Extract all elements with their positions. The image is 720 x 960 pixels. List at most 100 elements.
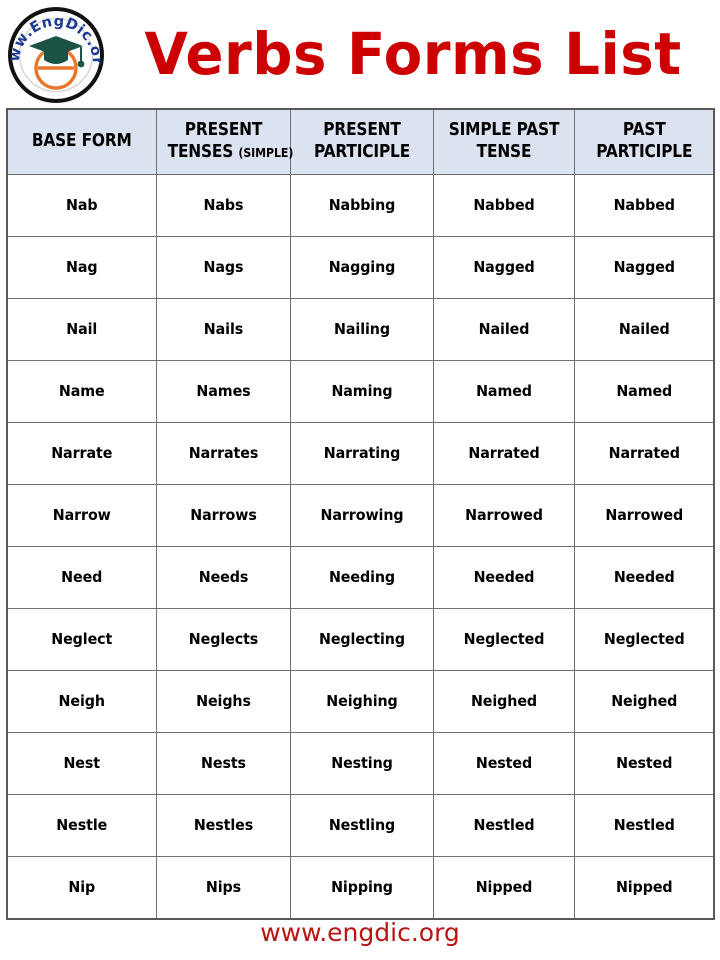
column-header-line2: PARTICIPLE <box>595 141 692 162</box>
footer-website: www.engdic.org <box>260 918 460 947</box>
cell-text: Nabbing <box>328 196 395 214</box>
cell-text: Nestling <box>328 816 395 834</box>
page-title: Verbs Forms List <box>144 20 682 88</box>
cell-text: Neighing <box>325 692 398 710</box>
cell-text: Nag <box>65 258 98 276</box>
table-cell: Nail <box>6 297 157 361</box>
table-cell: Nestled <box>432 793 575 857</box>
table-cell: Neighs <box>155 669 291 733</box>
cell-text: Naming <box>330 382 393 400</box>
table-cell: Neigh <box>6 669 157 733</box>
table-cell: Neglect <box>6 607 157 671</box>
cell-text: Nested <box>475 754 532 772</box>
table-cell: Nabbing <box>289 173 434 237</box>
cell-text: Nestled <box>472 816 535 834</box>
cell-text: Nails <box>203 320 243 338</box>
table-cell: Nestling <box>289 793 434 857</box>
table-row: Need Needs Needing Needed Needed <box>6 545 715 609</box>
cell-text: Nabbed <box>472 196 535 214</box>
cell-text: Nestles <box>193 816 253 834</box>
table-cell: Naming <box>289 359 434 423</box>
cell-text: Nipping <box>330 878 393 896</box>
cell-text: Name <box>58 382 105 400</box>
cell-text: Nesting <box>330 754 393 772</box>
cell-text: Neglected <box>463 630 544 648</box>
table-cell: Nails <box>155 297 291 361</box>
cell-text: Nipped <box>615 878 673 896</box>
table-cell: Named <box>432 359 575 423</box>
column-header-line1: PRESENT <box>184 120 262 141</box>
table-cell: Needed <box>573 545 715 609</box>
cell-text: Nests <box>200 754 246 772</box>
column-header-line2: TENSE <box>476 141 531 162</box>
cell-text: Nagging <box>328 258 395 276</box>
column-header-line1: BASE FORM <box>31 131 132 152</box>
cell-text: Nip <box>68 878 96 896</box>
column-header-present-tenses: PRESENT TENSES (SIMPLE) <box>155 108 293 175</box>
table-cell: Nailed <box>573 297 715 361</box>
table-cell: Named <box>573 359 715 423</box>
cell-text: Narrows <box>189 506 257 524</box>
table-cell: Nipped <box>573 855 715 920</box>
cell-text: Narrating <box>323 444 400 462</box>
table-cell: Neighing <box>289 669 434 733</box>
cell-text: Neglects <box>188 630 258 648</box>
table-cell: Nabbed <box>573 173 715 237</box>
table-cell: Needs <box>155 545 291 609</box>
table-cell: Needing <box>289 545 434 609</box>
cell-text: Named <box>475 382 532 400</box>
table-cell: Nips <box>155 855 291 920</box>
table-cell: Narrowing <box>289 483 434 547</box>
column-header-line1: PRESENT <box>322 120 401 141</box>
cell-text: Nipped <box>475 878 532 896</box>
verb-forms-table: BASE FORM PRESENT TENSES (SIMPLE) PRESEN… <box>6 108 715 920</box>
cell-text: Nab <box>65 196 98 214</box>
table-cell: Nags <box>155 235 291 299</box>
table-cell: Nipped <box>432 855 575 920</box>
cell-text: Narrate <box>51 444 113 462</box>
table-cell: Neglected <box>573 607 715 671</box>
cell-text: Narrow <box>52 506 111 524</box>
column-header-line2: TENSES <box>167 141 238 162</box>
table-row: Nail Nails Nailing Nailed Nailed <box>6 297 715 361</box>
table-cell: Neglects <box>155 607 291 671</box>
table-cell: Nabbed <box>432 173 575 237</box>
cell-text: Need <box>61 568 103 586</box>
cell-text: Nest <box>63 754 101 772</box>
table-cell: Nagged <box>432 235 575 299</box>
cell-text: Needs <box>198 568 248 586</box>
table-row: Nestle Nestles Nestling Nestled Nestled <box>6 793 715 857</box>
table-row: Name Names Naming Named Named <box>6 359 715 423</box>
cell-text: Nestled <box>613 816 675 834</box>
table-cell: Nested <box>432 731 575 795</box>
cell-text: Nested <box>615 754 672 772</box>
table-body: Nab Nabs Nabbing Nabbed Nabbed Nag Nags Nagging… <box>6 173 715 920</box>
table-row: Nest Nests Nesting Nested Nested <box>6 731 715 795</box>
cell-text: Needing <box>328 568 395 586</box>
cell-text: Neigh <box>58 692 105 710</box>
table-cell: Nipping <box>289 855 434 920</box>
table-cell: Needed <box>432 545 575 609</box>
cell-text: Nail <box>66 320 98 338</box>
column-header-line1: PAST <box>622 120 666 141</box>
cell-text: Narrowed <box>604 506 683 524</box>
table-cell: Narrowed <box>432 483 575 547</box>
table-cell: Nailing <box>289 297 434 361</box>
table-cell: Nesting <box>289 731 434 795</box>
cell-text: Named <box>615 382 672 400</box>
table-cell: Nest <box>6 731 157 795</box>
column-header-present-participle: PRESENT PARTICIPLE <box>289 108 434 175</box>
table-cell: Narrows <box>155 483 291 547</box>
cell-text: Nags <box>203 258 243 276</box>
table-row: Narrate Narrates Narrating Narrated Narrated <box>6 421 715 485</box>
table-cell: Narrating <box>289 421 434 485</box>
cell-text: Names <box>195 382 251 400</box>
cell-text: Neighed <box>470 692 537 710</box>
cell-text: Nailed <box>618 320 670 338</box>
table-cell: Nestled <box>573 793 715 857</box>
table-cell: Names <box>155 359 291 423</box>
table-cell: Neighed <box>432 669 575 733</box>
cell-text: Narrates <box>188 444 258 462</box>
cell-text: Neighed <box>610 692 677 710</box>
column-header-line2: PARTICIPLE <box>313 141 410 162</box>
